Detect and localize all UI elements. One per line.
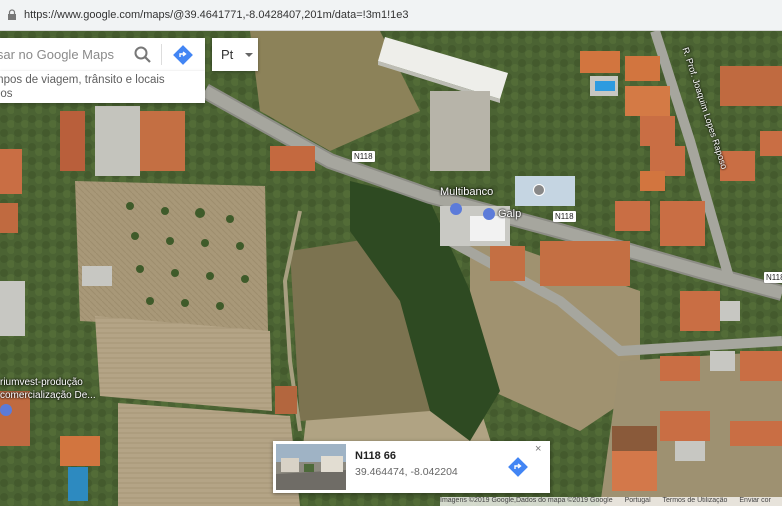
poi-label-business-line2[interactable]: comercialização De...	[0, 390, 96, 401]
search-icon[interactable]	[132, 44, 154, 66]
poi-label-business-line1[interactable]: riumvest-produção	[0, 377, 83, 388]
language-value: Pt	[221, 47, 234, 62]
secure-icon	[8, 9, 16, 20]
search-suggestion[interactable]: mpos de viagem, trânsito e locais nos	[0, 71, 205, 103]
address-url[interactable]: https://www.google.com/maps/@39.4641771,…	[24, 9, 409, 21]
location-info-card[interactable]: N118 66 39.464474, -8.042204 ×	[273, 441, 550, 493]
chevron-down-icon	[245, 53, 253, 57]
poi-label-galp[interactable]: Galp	[498, 208, 521, 220]
map-footer: Imagens ©2019 Google,Dados do mapa ©2019…	[440, 497, 782, 506]
suggestion-line1: mpos de viagem, trânsito e locais	[0, 74, 165, 86]
business-pin-icon[interactable]	[0, 404, 12, 416]
browser-address-bar[interactable]: https://www.google.com/maps/@39.4641771,…	[0, 0, 782, 31]
road-shield-n118: N118	[352, 151, 375, 162]
street-view-thumbnail[interactable]	[276, 444, 346, 490]
terms-link[interactable]: Termos de Utilização	[662, 497, 727, 504]
feedback-link[interactable]: Enviar cor	[739, 497, 771, 504]
card-coordinates[interactable]: 39.464474, -8.042204	[355, 466, 458, 478]
close-icon[interactable]: ×	[535, 443, 541, 455]
place-pin-icon[interactable]	[533, 184, 545, 196]
country-label[interactable]: Portugal	[625, 497, 651, 504]
gas-station-icon[interactable]	[483, 208, 495, 220]
card-title: N118 66	[355, 450, 396, 462]
bank-icon[interactable]	[450, 203, 462, 215]
language-selector[interactable]: Pt	[212, 38, 258, 71]
divider	[161, 44, 162, 65]
imagery-credit: Imagens ©2019 Google,Dados do mapa ©2019…	[440, 497, 613, 504]
directions-icon[interactable]	[507, 456, 529, 478]
poi-label-multibanco[interactable]: Multibanco	[440, 186, 493, 198]
search-input[interactable]	[0, 38, 128, 71]
search-box[interactable]	[0, 38, 205, 71]
road-shield-n118: N118	[764, 272, 782, 283]
suggestion-line2: nos	[0, 88, 13, 100]
directions-icon[interactable]	[172, 44, 194, 66]
road-shield-n118: N118	[553, 211, 576, 222]
